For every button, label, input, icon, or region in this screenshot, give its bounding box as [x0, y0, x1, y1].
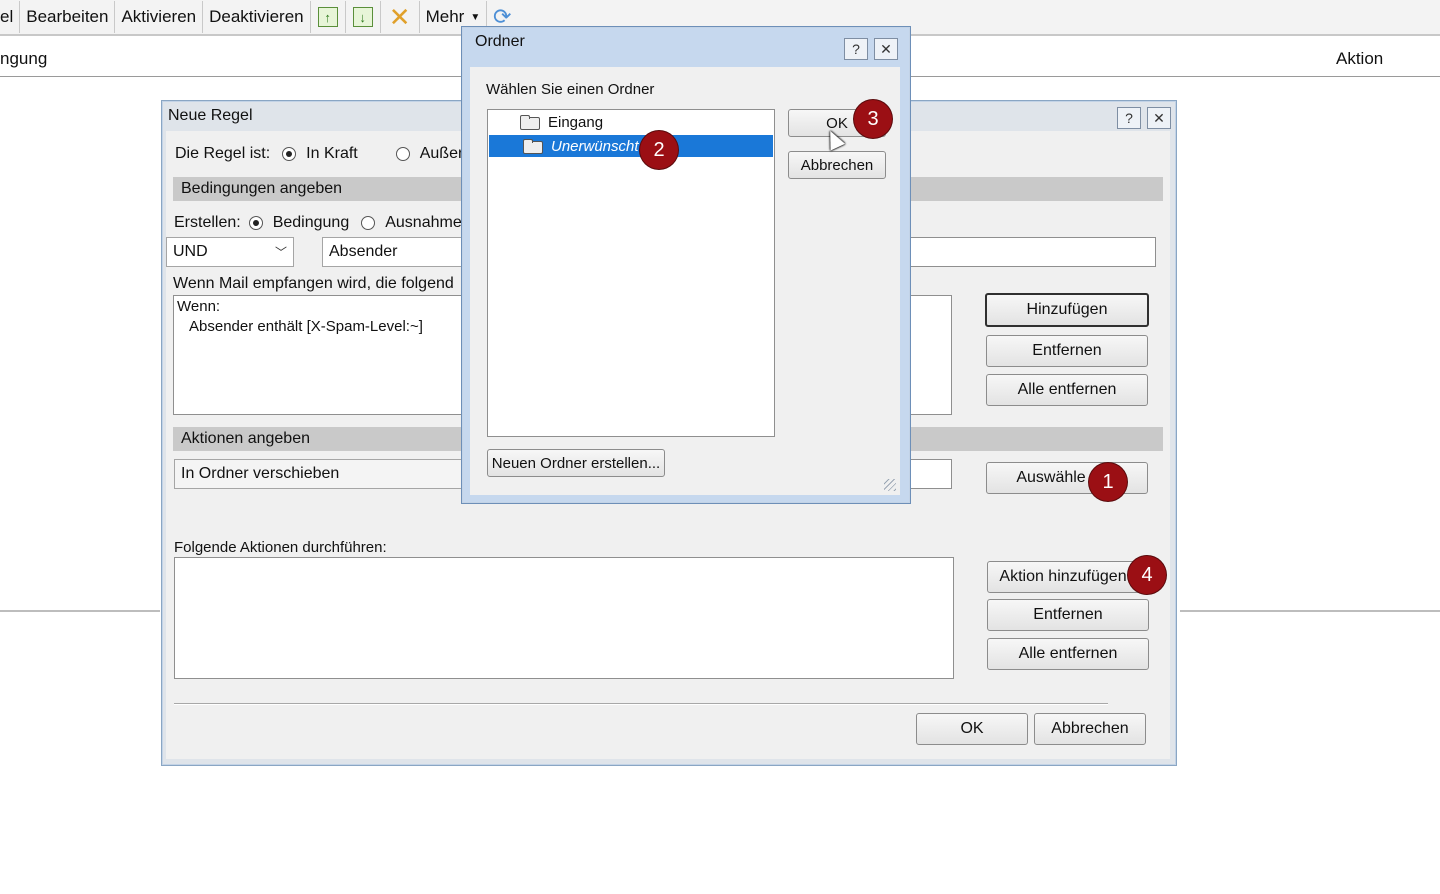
rule-status-label: Die Regel ist:: [175, 145, 271, 162]
step-badge-3: 3: [854, 100, 892, 138]
folder-help-button[interactable]: ?: [844, 38, 868, 60]
field-select[interactable]: Absender: [322, 237, 480, 267]
add-action-button[interactable]: Aktion hinzufügen: [987, 561, 1149, 593]
conditions-header-label: Bedingungen angeben: [181, 180, 343, 197]
toolbar-more-label: Mehr: [425, 7, 465, 26]
create-row: Erstellen: Bedingung Ausnahme: [174, 214, 462, 232]
toolbar-activate-button[interactable]: Aktivieren: [115, 0, 202, 34]
column-header-action[interactable]: Aktion: [1336, 49, 1383, 69]
dropdown-arrow-icon: ▼: [470, 11, 481, 23]
radio-out-of-force-label: Außer: [419, 145, 464, 162]
field-value: Absender: [329, 243, 398, 260]
action-target-input[interactable]: [906, 459, 952, 489]
divider: [1180, 610, 1440, 612]
folder-dialog-titlebar: Ordner: [462, 27, 910, 57]
radio-condition[interactable]: [248, 216, 263, 230]
radio-exception-label: Ausnahme: [385, 214, 462, 231]
column-header-condition[interactable]: ngung: [0, 49, 47, 69]
when-received-label: Wenn Mail empfangen wird, die folgend: [173, 275, 454, 292]
radio-condition-label: Bedingung: [272, 214, 350, 231]
remove-all-actions-button[interactable]: Alle entfernen: [987, 638, 1149, 670]
toolbar-edit-button[interactable]: Bearbeiten: [20, 0, 114, 34]
chevron-down-icon: ﹀: [274, 245, 287, 260]
operator-select[interactable]: UND ﹀: [166, 237, 294, 267]
action-select[interactable]: In Ordner verschieben: [174, 459, 482, 489]
actions-textbox[interactable]: [174, 557, 954, 679]
inbox-folder-icon: [518, 114, 540, 130]
close-button[interactable]: ✕: [1147, 107, 1171, 129]
folder-prompt: Wählen Sie einen Ordner: [486, 81, 655, 98]
folder-dialog: Ordner ? ✕ Wählen Sie einen Ordner Einga…: [461, 26, 911, 504]
folder-item-unerwuenscht[interactable]: Unerwünscht: [489, 135, 773, 157]
divider: [0, 610, 160, 612]
add-condition-button[interactable]: Hinzufügen: [985, 293, 1149, 327]
action-value: In Ordner verschieben: [181, 465, 340, 482]
radio-exception[interactable]: [361, 216, 376, 230]
junk-folder-icon: [521, 138, 543, 154]
actions-header-label: Aktionen angeben: [181, 430, 310, 447]
rule-status-row: Die Regel ist: In Kraft Außer: [175, 145, 463, 163]
folder-close-button[interactable]: ✕: [874, 38, 898, 60]
radio-in-force-label: In Kraft: [306, 145, 358, 162]
radio-out-of-force[interactable]: [395, 147, 410, 161]
conditions-line-when: Wenn:: [177, 298, 221, 315]
remove-all-conditions-button[interactable]: Alle entfernen: [986, 374, 1148, 406]
new-folder-button[interactable]: Neuen Ordner erstellen...: [487, 449, 665, 477]
folder-dialog-title: Ordner: [475, 33, 525, 50]
folder-tree[interactable]: Eingang Unerwünscht: [487, 109, 775, 437]
delete-icon[interactable]: ✕: [381, 0, 419, 34]
help-button[interactable]: ?: [1117, 107, 1141, 129]
add-action-label: Aktion hinzufügen: [999, 568, 1127, 585]
create-label: Erstellen:: [174, 214, 241, 231]
toolbar-deactivate-button[interactable]: Deaktivieren: [203, 0, 310, 34]
select-folder-label: Auswähle: [1016, 469, 1086, 486]
move-down-icon[interactable]: ↓: [346, 0, 380, 34]
folder-item-label: Eingang: [548, 113, 604, 131]
folder-item-label: Unerwünscht: [551, 137, 639, 155]
remove-condition-button[interactable]: Entfernen: [986, 335, 1148, 367]
radio-in-force[interactable]: [282, 147, 297, 161]
condition-value-input[interactable]: [906, 237, 1156, 267]
toolbar-item-cut-off[interactable]: el: [0, 0, 19, 34]
move-up-icon[interactable]: ↑: [311, 0, 345, 34]
folder-cancel-button[interactable]: Abbrechen: [788, 151, 886, 179]
step-badge-1: 1: [1089, 463, 1127, 501]
step-badge-2: 2: [640, 131, 678, 169]
step-badge-4: 4: [1128, 556, 1166, 594]
folder-item-eingang[interactable]: Eingang: [489, 111, 773, 133]
dialog-title: Neue Regel: [168, 107, 253, 124]
operator-value: UND: [173, 243, 208, 260]
footer-separator: [174, 703, 1108, 705]
resize-grip-icon[interactable]: [884, 479, 896, 491]
cancel-button[interactable]: Abbrechen: [1034, 713, 1146, 745]
conditions-line-sender: Absender enthält [X-Spam-Level:~]: [189, 318, 423, 335]
perform-actions-label: Folgende Aktionen durchführen:: [174, 539, 387, 556]
ok-button[interactable]: OK: [916, 713, 1028, 745]
remove-action-button[interactable]: Entfernen: [987, 599, 1149, 631]
